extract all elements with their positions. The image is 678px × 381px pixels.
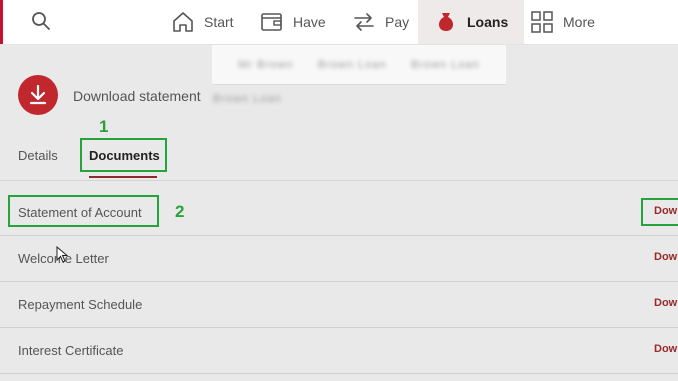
tab-details[interactable]: Details [18, 148, 58, 163]
download-statement-button[interactable] [18, 75, 58, 115]
document-row: Welcome Letter Download [0, 235, 678, 282]
blurred-text: Mr Brown [238, 58, 294, 71]
highlight-box-statement-row [8, 195, 159, 227]
step-number-2: 2 [175, 202, 185, 221]
document-row: Repayment Schedule Download [0, 281, 678, 328]
document-row: Interest Certificate Download [0, 327, 678, 374]
download-link[interactable]: Download [654, 343, 678, 355]
step-number-1: 1 [99, 117, 109, 136]
nav-pay[interactable]: Pay [352, 0, 409, 44]
nav-start[interactable]: Start [171, 0, 234, 44]
download-link[interactable]: Download [654, 297, 678, 309]
nav-have-label: Have [293, 14, 326, 30]
nav-more-label: More [563, 14, 595, 30]
money-bag-icon [438, 13, 454, 31]
highlight-box-documents-tab [80, 138, 167, 172]
search-icon[interactable] [31, 11, 51, 31]
account-popup[interactable]: Mr Brown Brown Loan Brown Loan [212, 45, 506, 85]
top-nav-bar: Start Have Pay Loans More [0, 0, 678, 45]
nav-more[interactable]: More [530, 0, 595, 44]
nav-start-label: Start [204, 14, 234, 30]
nav-have[interactable]: Have [260, 0, 326, 44]
nav-pay-label: Pay [385, 14, 410, 30]
blurred-text: Brown Loan [317, 58, 387, 71]
home-icon [173, 12, 193, 32]
nav-loans-label: Loans [467, 14, 509, 30]
document-name: Interest Certificate [18, 343, 124, 358]
brand-strip [0, 0, 3, 44]
wallet-icon [261, 13, 282, 31]
download-link[interactable]: Download [654, 251, 678, 263]
highlight-box-download-link [641, 198, 678, 226]
document-name: Repayment Schedule [18, 297, 143, 312]
blurred-text: Brown Loan [213, 93, 282, 105]
grid-icon [531, 11, 553, 33]
download-statement-label[interactable]: Download statement [73, 88, 201, 104]
divider [0, 180, 678, 181]
transfer-arrows-icon [354, 13, 374, 31]
blurred-text: Brown Loan [411, 58, 480, 71]
active-tab-indicator [89, 176, 157, 178]
download-icon [29, 84, 47, 105]
nav-loans[interactable]: Loans [418, 0, 525, 44]
mouse-cursor-icon [56, 246, 68, 263]
